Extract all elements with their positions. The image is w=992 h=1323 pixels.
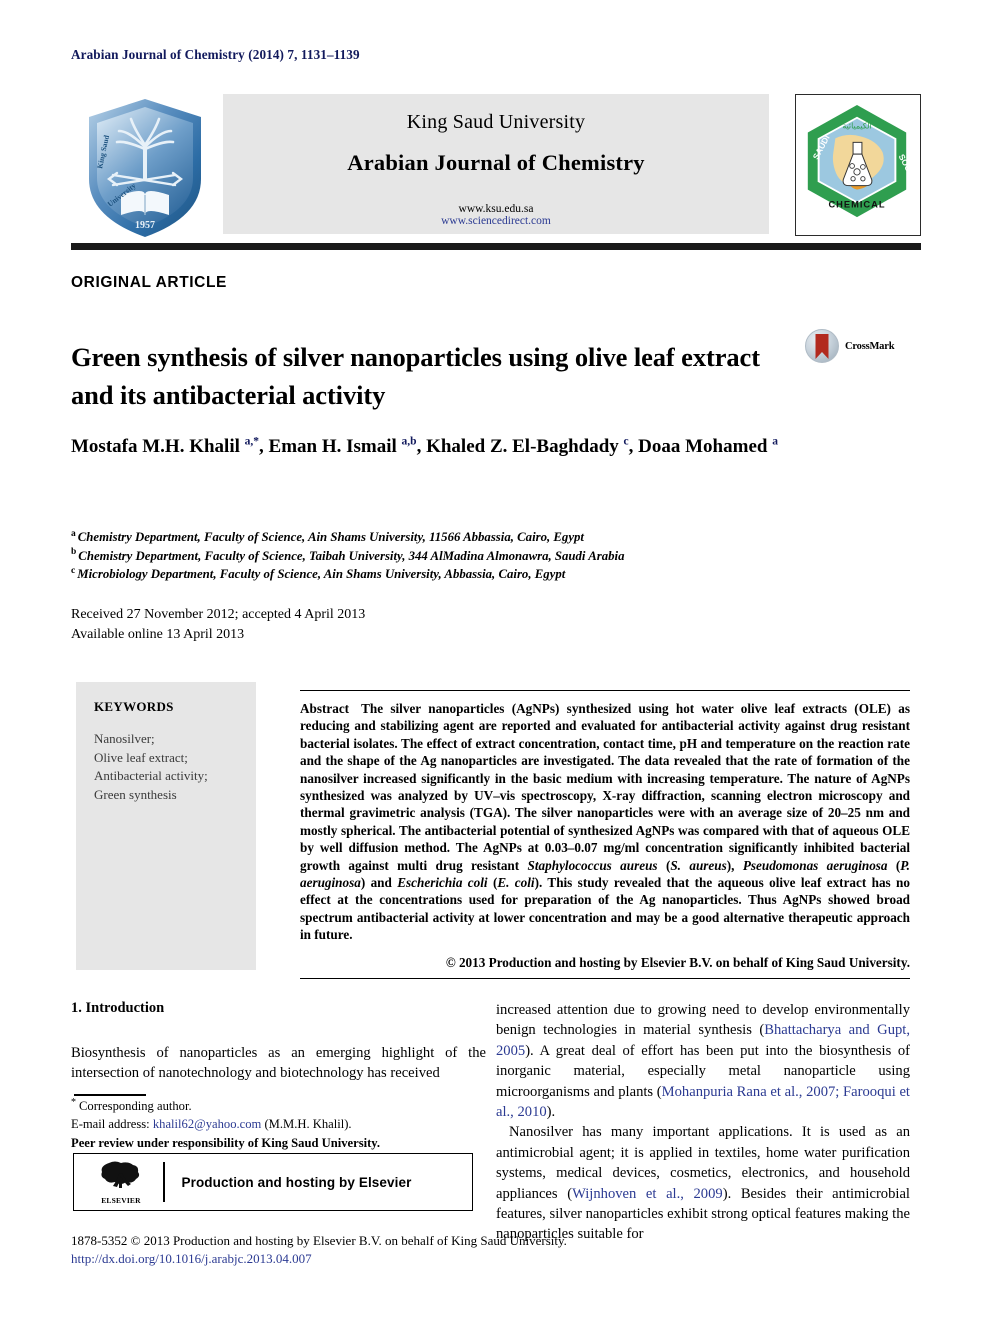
abstract-block: Abstract The silver nanoparticles (AgNPs)… [300,700,910,944]
affiliation-text: Chemistry Department, Faculty of Science… [77,530,584,544]
ksu-url[interactable]: www.ksu.edu.sa [223,203,769,215]
email-note: E-mail address: khalil62@yahoo.com (M.M.… [71,1116,491,1134]
elsevier-wordmark: ELSEVIER [101,1195,141,1205]
keywords-heading: KEYWORDS [94,699,174,714]
crossmark-badge-icon [805,329,839,363]
elsevier-box-divider [163,1162,165,1202]
paragraph: Nanosilver has many important applicatio… [496,1124,910,1243]
affiliation-item: c Microbiology Department, Faculty of Sci… [71,565,881,584]
publisher-university-name: King Saud University [406,111,586,133]
elsevier-tree-icon [101,1161,140,1188]
elsevier-logo: ELSEVIER [83,1160,159,1205]
publication-dates: Received 27 November 2012; accepted 4 Ap… [71,605,365,644]
doi-link[interactable]: http://dx.doi.org/10.1016/j.arabjc.2013.… [71,1250,567,1268]
affiliation-list: a Chemistry Department, Faculty of Scienc… [71,528,881,584]
king-saud-university-logo-icon: 1957 King Saud University [75,95,215,241]
affiliation-text: Microbiology Department, Faculty of Scie… [77,567,566,581]
abstract-copyright: © 2013 Production and hosting by Elsevie… [445,955,910,970]
body-column-right: increased attention due to growing need … [496,1000,910,1245]
asterisk-icon: * [71,1096,76,1108]
running-head: Arabian Journal of Chemistry (2014) 7, 1… [71,47,360,62]
article-page: Arabian Journal of Chemistry (2014) 7, 1… [0,0,992,1323]
page-footer: 1878-5352 © 2013 Production and hosting … [71,1232,567,1268]
email-link[interactable]: khalil62@yahoo.com [153,1117,261,1131]
peer-review-note: Peer review under responsibility of King… [71,1136,381,1150]
corresponding-author-text: Corresponding author. [79,1099,192,1113]
masthead-title-block: King Saud University Arabian Journal of … [223,94,769,234]
article-type-label: ORIGINAL ARTICLE [71,274,227,291]
elsevier-hosting-text: Production and hosting by Elsevier [181,1174,412,1190]
affiliation-item: a Chemistry Department, Faculty of Scienc… [71,528,881,547]
received-accepted-date: Received 27 November 2012; accepted 4 Ap… [71,607,366,622]
crossmark-badge[interactable]: CrossMark [805,328,909,364]
affiliation-marker: b [71,547,77,558]
svg-text:CHEMICAL: CHEMICAL [828,199,885,209]
keyword-item: Green synthesis [94,786,177,802]
abstract-label: Abstract [300,701,350,716]
sciencedirect-url[interactable]: www.sciencedirect.com [223,215,769,227]
keyword-item: Antibacterial activity; [94,768,208,783]
saudi-chemical-society-logo-icon: الكيميائية SAUDI SOCIETY CHEMICAL [795,94,921,236]
email-owner: (M.M.H. Khalil). [264,1116,352,1131]
keywords-list: Nanosilver; Olive leaf extract; Antibact… [94,730,256,804]
page-title: Green synthesis of silver nanoparticles … [71,341,760,410]
paragraph: increased attention due to growing need … [496,1002,910,1121]
affiliation-item: b Chemistry Department, Faculty of Scienc… [71,547,881,566]
abstract-top-rule [300,690,910,691]
keyword-item: Olive leaf extract; [94,749,188,765]
masthead-divider-rule [71,243,921,250]
issn-copyright-line: 1878-5352 © 2013 Production and hosting … [71,1233,567,1248]
footnote-rule [74,1094,146,1096]
email-label: E-mail address: [71,1116,150,1131]
paragraph: Biosynthesis of nanoparticles as an emer… [71,1045,486,1082]
abstract-bottom-rule [300,978,910,979]
abstract-text: The silver nanoparticles (AgNPs) synthes… [300,701,910,943]
svg-text:1957: 1957 [135,220,155,231]
affiliation-marker: a [71,528,76,539]
footnote-block: * Corresponding author. E-mail address: k… [71,1096,491,1153]
available-online-date: Available online 13 April 2013 [71,626,245,642]
journal-masthead: 1957 King Saud University King Saud Univ… [71,93,921,241]
corresponding-author-note: * Corresponding author. [71,1096,491,1116]
body-column-left: 1. Introduction Biosynthesis of nanopart… [71,1000,486,1084]
author-list: Mostafa M.H. Khalil a,*, Eman H. Ismail … [71,435,778,457]
elsevier-hosting-box: ELSEVIER Production and hosting by Elsev… [73,1153,473,1211]
keyword-item: Nanosilver; [94,731,155,746]
svg-text:الكيميائية: الكيميائية [842,122,871,131]
affiliation-text: Chemistry Department, Faculty of Science… [78,548,625,563]
journal-title: Arabian Journal of Chemistry [347,150,645,175]
section-heading-introduction: 1. Introduction [71,1000,165,1016]
crossmark-label: CrossMark [845,340,895,352]
keywords-box: KEYWORDS Nanosilver; Olive leaf extract;… [76,682,256,970]
affiliation-marker: c [71,565,76,576]
